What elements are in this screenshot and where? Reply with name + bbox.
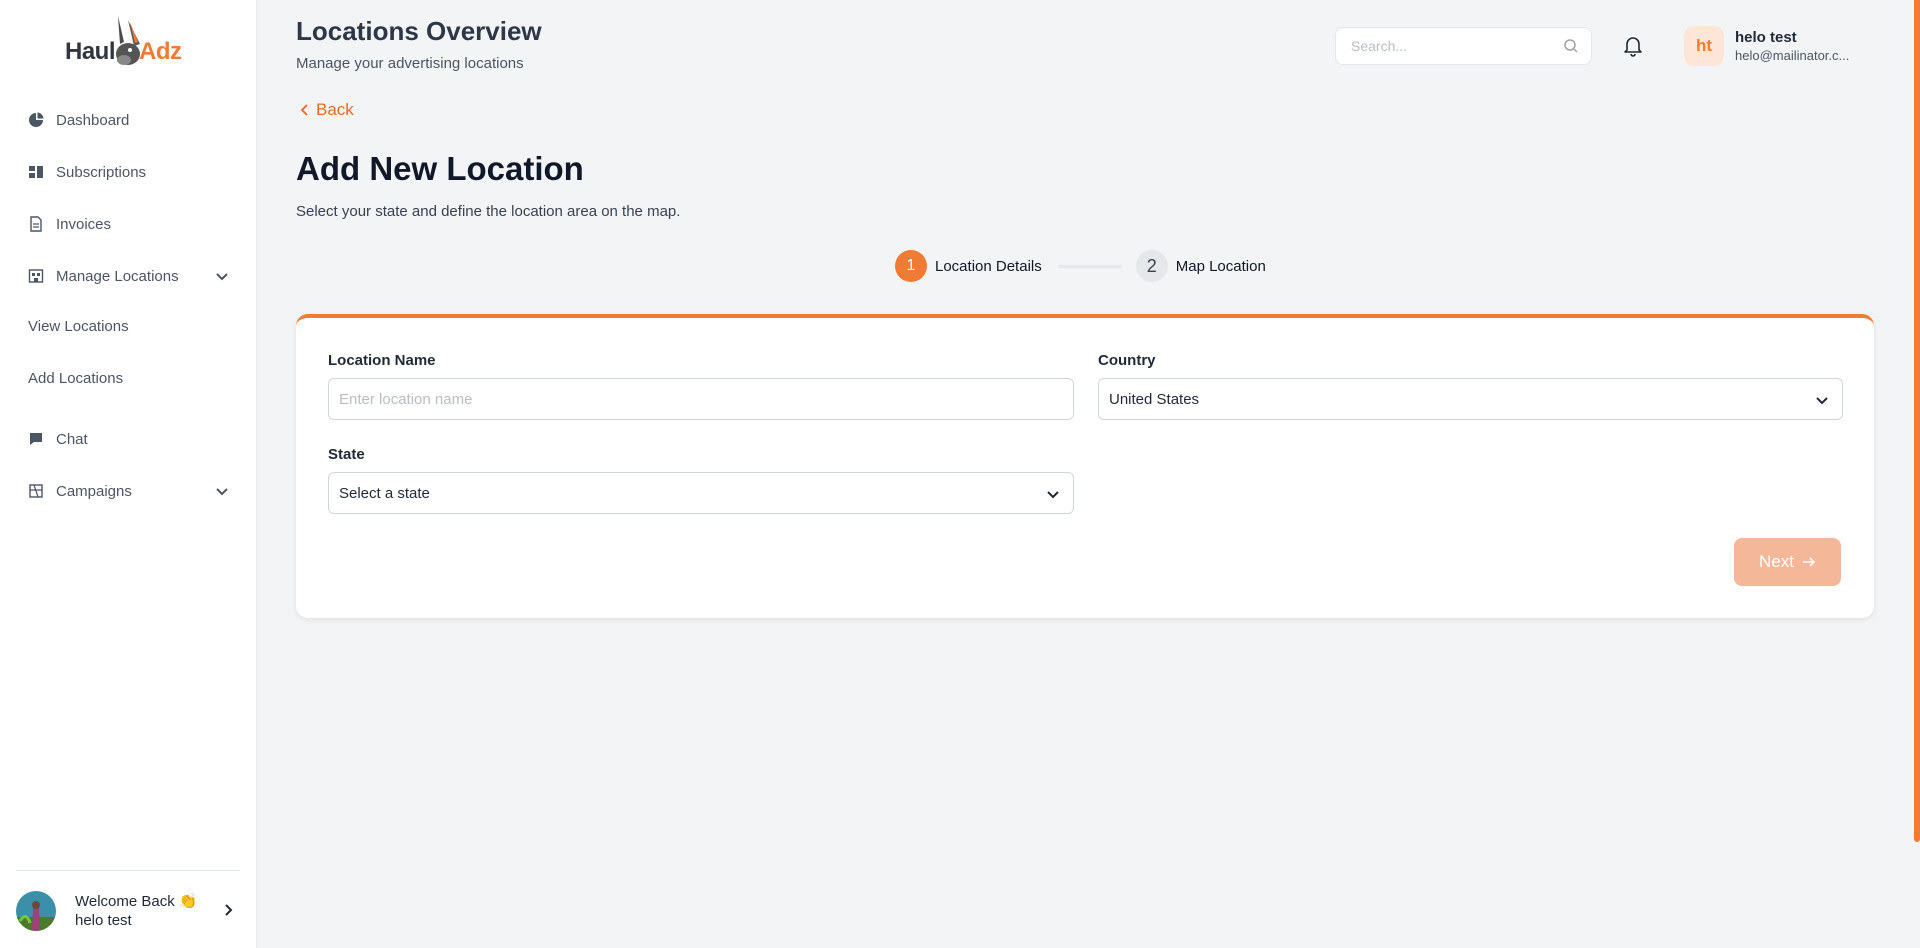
sidebar-item-subscriptions[interactable]: Subscriptions <box>28 154 146 190</box>
state-label: State <box>328 446 365 463</box>
country-select[interactable]: United States <box>1098 378 1843 420</box>
sidebar-item-dashboard[interactable]: Dashboard <box>28 102 129 138</box>
welcome-text: Welcome Back 👏 <box>75 893 198 910</box>
step-1-circle[interactable]: 1 <box>895 250 927 282</box>
sidebar-divider <box>16 870 240 871</box>
chevron-down-icon <box>1047 491 1059 499</box>
document-icon <box>28 216 44 232</box>
arrow-right-icon <box>1802 557 1816 567</box>
pie-chart-icon <box>28 112 44 128</box>
header-user-name: helo test <box>1735 29 1797 46</box>
header-user-email: helo@mailinator.c... <box>1735 48 1850 63</box>
back-label: Back <box>316 100 354 119</box>
sidebar-item-campaigns[interactable]: Campaigns <box>28 473 132 509</box>
step-1-label: Location Details <box>935 257 1042 275</box>
sidebar-item-label: Invoices <box>56 215 112 233</box>
sidebar-item-label: Dashboard <box>56 111 130 129</box>
grid-icon <box>28 164 44 180</box>
sidebar-item-label: Chat <box>56 430 88 448</box>
sidebar-subitem-view-locations[interactable]: View Locations <box>28 318 129 335</box>
avatar <box>16 891 56 931</box>
location-form-card: Location Name Country United States Stat… <box>296 314 1874 618</box>
sidebar: Haul Adz Dashboard Subscriptions Invoice… <box>0 0 257 948</box>
stepper: 1 Location Details 2 Map Location <box>895 250 1266 282</box>
sidebar-subitem-add-locations[interactable]: Add Locations <box>28 370 123 387</box>
bell-icon[interactable] <box>1623 35 1643 57</box>
chevron-left-icon <box>300 104 308 116</box>
next-label: Next <box>1759 552 1794 571</box>
state-value: Select a state <box>339 484 430 502</box>
chevron-right-icon[interactable] <box>220 902 236 918</box>
box-icon <box>28 483 44 499</box>
sidebar-item-manage-locations[interactable]: Manage Locations <box>28 258 179 294</box>
chevron-down-icon[interactable] <box>214 483 230 499</box>
building-icon <box>28 268 44 284</box>
country-value: United States <box>1109 390 1200 408</box>
sidebar-user-card[interactable]: Welcome Back 👏 helo test <box>16 889 240 933</box>
scrollbar[interactable] <box>1914 0 1920 842</box>
sidebar-item-chat[interactable]: Chat <box>28 421 88 457</box>
chevron-down-icon[interactable] <box>214 268 230 284</box>
haul-adz-logo[interactable]: Haul Adz <box>62 14 192 72</box>
country-label: Country <box>1098 352 1156 369</box>
user-avatar[interactable]: ht <box>1684 26 1724 66</box>
step-connector <box>1057 264 1122 268</box>
next-button[interactable]: Next <box>1734 538 1841 586</box>
chevron-down-icon <box>1816 397 1828 405</box>
sidebar-item-label: Subscriptions <box>56 163 147 181</box>
state-select[interactable]: Select a state <box>328 472 1074 514</box>
search-icon[interactable] <box>1563 38 1579 54</box>
step-2-circle[interactable]: 2 <box>1135 250 1168 282</box>
search-box <box>1335 27 1592 65</box>
chat-icon <box>28 431 44 447</box>
back-link[interactable]: Back <box>300 100 354 120</box>
page-description: Select your state and define the locatio… <box>296 203 681 220</box>
main-content: Locations Overview Manage your advertisi… <box>257 0 1920 948</box>
header-subtitle: Manage your advertising locations <box>296 55 524 72</box>
location-name-label: Location Name <box>328 352 436 369</box>
sidebar-item-label: Campaigns <box>56 482 132 500</box>
sidebar-user-name: helo test <box>75 912 132 929</box>
sidebar-item-invoices[interactable]: Invoices <box>28 206 111 242</box>
donkey-mascot-icon <box>116 16 140 65</box>
location-name-input[interactable] <box>328 378 1074 420</box>
step-2-label: Map Location <box>1175 257 1266 275</box>
sidebar-item-label: Manage Locations <box>56 267 179 285</box>
search-input[interactable] <box>1336 28 1546 64</box>
header-title: Locations Overview <box>296 16 542 46</box>
page-title: Add New Location <box>296 150 584 187</box>
